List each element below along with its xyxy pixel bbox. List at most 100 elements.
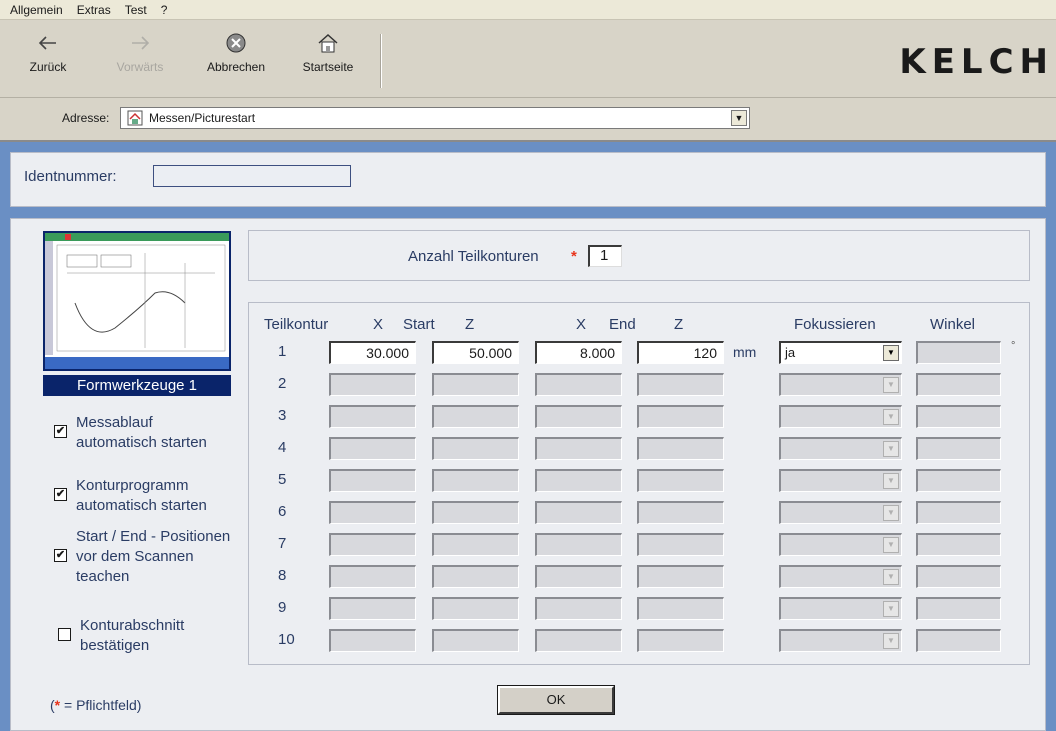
fokussieren-select[interactable]: ja ▼ bbox=[779, 341, 902, 364]
checkbox-teachen[interactable]: ✔ bbox=[54, 549, 67, 562]
header-z-start: Z bbox=[465, 316, 475, 333]
cell-z-start[interactable] bbox=[432, 373, 519, 396]
cell-z-start[interactable] bbox=[432, 629, 519, 652]
cell-winkel[interactable] bbox=[916, 629, 1001, 652]
cell-x-end[interactable] bbox=[535, 501, 622, 524]
cell-z-start[interactable] bbox=[432, 597, 519, 620]
fokussieren-select[interactable]: ▼ bbox=[779, 501, 902, 524]
cell-z-end[interactable] bbox=[637, 565, 724, 588]
cell-winkel[interactable] bbox=[916, 597, 1001, 620]
cell-x-end[interactable] bbox=[535, 533, 622, 556]
stop-icon bbox=[221, 26, 251, 60]
cell-x-end[interactable] bbox=[535, 629, 622, 652]
cell-winkel[interactable] bbox=[916, 405, 1001, 428]
back-button[interactable]: Zurück bbox=[20, 26, 76, 92]
home-button[interactable]: Startseite bbox=[292, 26, 364, 92]
fokussieren-select[interactable]: ▼ bbox=[779, 533, 902, 556]
header-start: Start bbox=[403, 316, 435, 333]
cell-winkel[interactable] bbox=[916, 341, 1001, 364]
row-number: 8 bbox=[278, 567, 287, 584]
cell-z-start[interactable] bbox=[432, 501, 519, 524]
cell-z-end[interactable] bbox=[637, 373, 724, 396]
cell-x-end[interactable] bbox=[535, 405, 622, 428]
fokussieren-value: ja bbox=[785, 345, 796, 360]
cell-z-start[interactable]: 50.000 bbox=[432, 341, 519, 364]
forward-label: Vorwärts bbox=[116, 60, 164, 74]
chevron-down-icon[interactable]: ▼ bbox=[883, 601, 899, 617]
cell-x-start[interactable]: 30.000 bbox=[329, 341, 416, 364]
fokussieren-select[interactable]: ▼ bbox=[779, 373, 902, 396]
required-legend: (* = Pflichtfeld) bbox=[50, 697, 141, 713]
cell-x-end[interactable] bbox=[535, 437, 622, 460]
menu-help[interactable]: ? bbox=[159, 2, 170, 18]
chevron-down-icon[interactable]: ▼ bbox=[883, 505, 899, 521]
cell-z-end[interactable] bbox=[637, 501, 724, 524]
chevron-down-icon[interactable]: ▼ bbox=[883, 537, 899, 553]
chevron-down-icon[interactable]: ▼ bbox=[883, 473, 899, 489]
ok-button[interactable]: OK bbox=[498, 686, 614, 714]
cell-z-end[interactable] bbox=[637, 437, 724, 460]
checkbox-konturprogramm[interactable]: ✔ bbox=[54, 488, 67, 501]
cell-x-start[interactable] bbox=[329, 469, 416, 492]
cell-z-start[interactable] bbox=[432, 405, 519, 428]
fokussieren-select[interactable]: ▼ bbox=[779, 437, 902, 460]
chevron-down-icon[interactable]: ▼ bbox=[883, 377, 899, 393]
menu-extras[interactable]: Extras bbox=[75, 2, 113, 18]
cell-z-end[interactable] bbox=[637, 405, 724, 428]
cell-x-end[interactable] bbox=[535, 469, 622, 492]
toolbar-separator bbox=[380, 34, 382, 88]
row-number: 2 bbox=[278, 375, 287, 392]
menu-test[interactable]: Test bbox=[123, 2, 149, 18]
cell-x-start[interactable] bbox=[329, 565, 416, 588]
tool-thumbnail[interactable] bbox=[43, 231, 231, 371]
cell-x-start[interactable] bbox=[329, 373, 416, 396]
cell-winkel[interactable] bbox=[916, 373, 1001, 396]
menu-allgemein[interactable]: Allgemein bbox=[8, 2, 65, 18]
cell-winkel[interactable] bbox=[916, 469, 1001, 492]
cell-x-start[interactable] bbox=[329, 533, 416, 556]
checkbox-konturabschnitt[interactable] bbox=[58, 628, 71, 641]
cell-winkel[interactable] bbox=[916, 501, 1001, 524]
fokussieren-select[interactable]: ▼ bbox=[779, 565, 902, 588]
cell-z-start[interactable] bbox=[432, 437, 519, 460]
cell-z-start[interactable] bbox=[432, 469, 519, 492]
fokussieren-select[interactable]: ▼ bbox=[779, 405, 902, 428]
cell-x-start[interactable] bbox=[329, 405, 416, 428]
chevron-down-icon[interactable]: ▼ bbox=[883, 345, 899, 361]
cell-x-end[interactable]: 8.000 bbox=[535, 341, 622, 364]
cancel-button[interactable]: Abbrechen bbox=[196, 26, 276, 92]
fokussieren-select[interactable]: ▼ bbox=[779, 629, 902, 652]
cell-winkel[interactable] bbox=[916, 533, 1001, 556]
fokussieren-select[interactable]: ▼ bbox=[779, 469, 902, 492]
chevron-down-icon[interactable]: ▼ bbox=[883, 441, 899, 457]
checkbox-messablauf[interactable]: ✔ bbox=[54, 425, 67, 438]
cell-x-start[interactable] bbox=[329, 597, 416, 620]
cell-x-start[interactable] bbox=[329, 437, 416, 460]
cell-z-start[interactable] bbox=[432, 565, 519, 588]
chevron-down-icon[interactable]: ▼ bbox=[883, 409, 899, 425]
cell-z-end[interactable] bbox=[637, 597, 724, 620]
address-field[interactable]: Messen/Picturestart ▼ bbox=[120, 107, 750, 129]
cell-winkel[interactable] bbox=[916, 437, 1001, 460]
anzahl-input[interactable]: 1 bbox=[588, 245, 622, 267]
cell-winkel[interactable] bbox=[916, 565, 1001, 588]
home-page-icon bbox=[127, 110, 145, 126]
home-label: Startseite bbox=[302, 60, 354, 74]
fokussieren-select[interactable]: ▼ bbox=[779, 597, 902, 620]
cell-z-end[interactable]: 120 bbox=[637, 341, 724, 364]
cell-x-end[interactable] bbox=[535, 373, 622, 396]
cell-z-end[interactable] bbox=[637, 629, 724, 652]
address-dropdown-button[interactable]: ▼ bbox=[731, 110, 747, 126]
cell-x-start[interactable] bbox=[329, 501, 416, 524]
unit-mm-label: mm bbox=[733, 344, 757, 360]
chevron-down-icon[interactable]: ▼ bbox=[883, 633, 899, 649]
cell-x-start[interactable] bbox=[329, 629, 416, 652]
cell-x-end[interactable] bbox=[535, 597, 622, 620]
chevron-down-icon[interactable]: ▼ bbox=[883, 569, 899, 585]
cell-z-end[interactable] bbox=[637, 469, 724, 492]
ident-input[interactable] bbox=[153, 165, 351, 187]
cell-z-end[interactable] bbox=[637, 533, 724, 556]
cell-z-start[interactable] bbox=[432, 533, 519, 556]
forward-button[interactable]: Vorwärts bbox=[112, 26, 168, 92]
cell-x-end[interactable] bbox=[535, 565, 622, 588]
